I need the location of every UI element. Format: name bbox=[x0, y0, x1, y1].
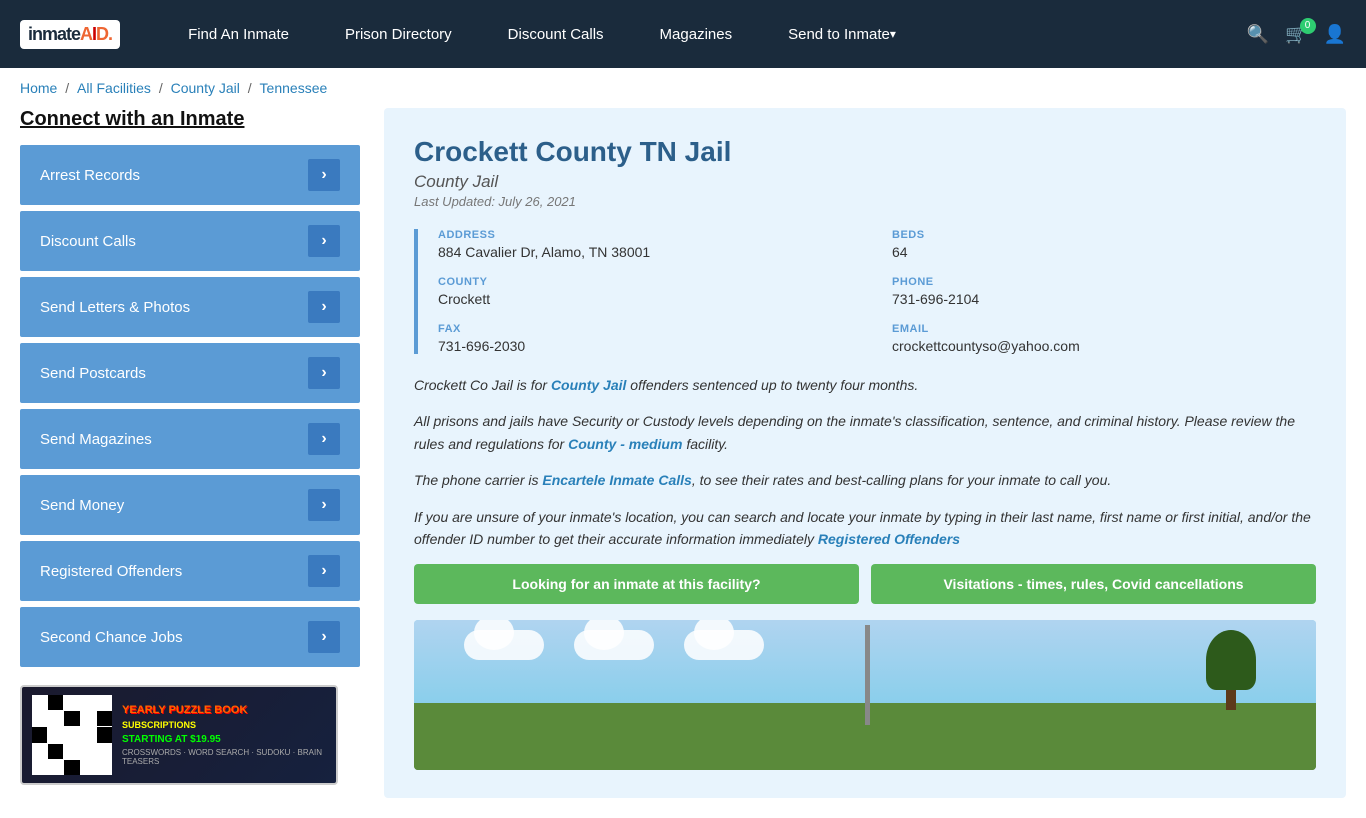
address-value: 884 Cavalier Dr, Alamo, TN 38001 bbox=[438, 244, 862, 260]
nav-send-to-inmate[interactable]: Send to Inmate bbox=[760, 0, 924, 68]
light-pole bbox=[865, 625, 870, 725]
ad-banner[interactable]: YEARLY PUZZLE BOOK SUBSCRIPTIONS STARTIN… bbox=[20, 685, 338, 785]
email-value: crockettcountyso@yahoo.com bbox=[892, 338, 1316, 354]
sidebar-label: Second Chance Jobs bbox=[40, 629, 183, 646]
desc-paragraph-1: Crockett Co Jail is for County Jail offe… bbox=[414, 374, 1316, 396]
sidebar-label: Send Magazines bbox=[40, 431, 152, 448]
county-label: COUNTY bbox=[438, 276, 862, 288]
logo-text: inmateAID. bbox=[20, 20, 120, 49]
account-button[interactable]: 👤 bbox=[1324, 24, 1346, 45]
chevron-right-icon: › bbox=[308, 225, 340, 257]
breadcrumb: Home / All Facilities / County Jail / Te… bbox=[0, 68, 1366, 108]
nav-links: Find An Inmate Prison Directory Discount… bbox=[160, 0, 1247, 68]
ad-title: YEARLY PUZZLE BOOK bbox=[122, 704, 326, 717]
fax-value: 731-696-2030 bbox=[438, 338, 862, 354]
ad-types: CROSSWORDS · WORD SEARCH · SUDOKU · BRAI… bbox=[122, 748, 326, 766]
address-block: ADDRESS 884 Cavalier Dr, Alamo, TN 38001 bbox=[438, 229, 862, 260]
sidebar-item-send-money[interactable]: Send Money › bbox=[20, 475, 360, 535]
search-button[interactable]: 🔍 bbox=[1247, 24, 1269, 45]
phone-label: PHONE bbox=[892, 276, 1316, 288]
sidebar-item-discount-calls[interactable]: Discount Calls › bbox=[20, 211, 360, 271]
desc-paragraph-4: If you are unsure of your inmate's locat… bbox=[414, 506, 1316, 551]
sidebar-label: Send Letters & Photos bbox=[40, 299, 190, 316]
info-section: ADDRESS 884 Cavalier Dr, Alamo, TN 38001… bbox=[414, 229, 1316, 354]
address-label: ADDRESS bbox=[438, 229, 862, 241]
nav-icons: 🔍 🛒 0 👤 bbox=[1247, 24, 1346, 45]
main-content: Crockett County TN Jail County Jail Last… bbox=[384, 108, 1346, 798]
cart-badge: 0 bbox=[1300, 18, 1316, 34]
sidebar-item-registered-offenders[interactable]: Registered Offenders › bbox=[20, 541, 360, 601]
tree-top bbox=[1206, 630, 1256, 690]
logo[interactable]: inmateAID. bbox=[20, 20, 120, 49]
ad-text: YEARLY PUZZLE BOOK SUBSCRIPTIONS STARTIN… bbox=[122, 704, 326, 765]
sidebar-item-second-chance-jobs[interactable]: Second Chance Jobs › bbox=[20, 607, 360, 667]
phone-block: PHONE 731-696-2104 bbox=[892, 276, 1316, 307]
phone-value: 731-696-2104 bbox=[892, 291, 1316, 307]
main-nav: inmateAID. Find An Inmate Prison Directo… bbox=[0, 0, 1366, 68]
chevron-right-icon: › bbox=[308, 357, 340, 389]
sidebar-label: Discount Calls bbox=[40, 233, 136, 250]
county-block: COUNTY Crockett bbox=[438, 276, 862, 307]
beds-value: 64 bbox=[892, 244, 1316, 260]
county-medium-link[interactable]: County - medium bbox=[568, 436, 682, 452]
sidebar-item-send-magazines[interactable]: Send Magazines › bbox=[20, 409, 360, 469]
sidebar-menu: Arrest Records › Discount Calls › Send L… bbox=[20, 145, 360, 667]
page-layout: Connect with an Inmate Arrest Records › … bbox=[0, 108, 1366, 818]
sidebar-item-send-postcards[interactable]: Send Postcards › bbox=[20, 343, 360, 403]
breadcrumb-home[interactable]: Home bbox=[20, 80, 57, 96]
desc-paragraph-2: All prisons and jails have Security or C… bbox=[414, 410, 1316, 455]
info-grid: ADDRESS 884 Cavalier Dr, Alamo, TN 38001… bbox=[438, 229, 1316, 354]
nav-find-inmate[interactable]: Find An Inmate bbox=[160, 0, 317, 68]
sidebar-label: Registered Offenders bbox=[40, 563, 182, 580]
chevron-right-icon: › bbox=[308, 423, 340, 455]
action-buttons: Looking for an inmate at this facility? … bbox=[414, 564, 1316, 604]
registered-offenders-link[interactable]: Registered Offenders bbox=[818, 531, 960, 547]
cloud-2 bbox=[574, 630, 654, 660]
facility-title: Crockett County TN Jail bbox=[414, 136, 1316, 168]
nav-magazines[interactable]: Magazines bbox=[632, 0, 761, 68]
fax-label: FAX bbox=[438, 323, 862, 335]
sidebar-label: Send Postcards bbox=[40, 365, 146, 382]
sidebar: Connect with an Inmate Arrest Records › … bbox=[20, 108, 360, 798]
breadcrumb-tennessee[interactable]: Tennessee bbox=[260, 80, 328, 96]
cloud-1 bbox=[464, 630, 544, 660]
facility-updated: Last Updated: July 26, 2021 bbox=[414, 194, 1316, 209]
chevron-right-icon: › bbox=[308, 159, 340, 191]
breadcrumb-all-facilities[interactable]: All Facilities bbox=[77, 80, 151, 96]
ad-price: STARTING AT $19.95 bbox=[122, 734, 326, 745]
fax-block: FAX 731-696-2030 bbox=[438, 323, 862, 354]
chevron-right-icon: › bbox=[308, 291, 340, 323]
facility-type: County Jail bbox=[414, 172, 1316, 192]
beds-label: BEDS bbox=[892, 229, 1316, 241]
cart-button[interactable]: 🛒 0 bbox=[1285, 24, 1307, 45]
sidebar-title: Connect with an Inmate bbox=[20, 108, 360, 131]
crossword-image bbox=[32, 695, 112, 775]
tree bbox=[1206, 630, 1256, 710]
facility-photo bbox=[414, 620, 1316, 770]
county-value: Crockett bbox=[438, 291, 862, 307]
photo-clouds bbox=[464, 630, 764, 660]
sidebar-label: Arrest Records bbox=[40, 167, 140, 184]
visitation-button[interactable]: Visitations - times, rules, Covid cancel… bbox=[871, 564, 1316, 604]
sidebar-item-arrest-records[interactable]: Arrest Records › bbox=[20, 145, 360, 205]
desc-paragraph-3: The phone carrier is Encartele Inmate Ca… bbox=[414, 469, 1316, 491]
beds-block: BEDS 64 bbox=[892, 229, 1316, 260]
chevron-right-icon: › bbox=[308, 489, 340, 521]
encartele-link[interactable]: Encartele Inmate Calls bbox=[542, 472, 691, 488]
sidebar-item-send-letters[interactable]: Send Letters & Photos › bbox=[20, 277, 360, 337]
chevron-right-icon: › bbox=[308, 621, 340, 653]
cloud-3 bbox=[684, 630, 764, 660]
description-section: Crockett Co Jail is for County Jail offe… bbox=[414, 374, 1316, 550]
breadcrumb-county-jail[interactable]: County Jail bbox=[171, 80, 240, 96]
email-label: EMAIL bbox=[892, 323, 1316, 335]
find-inmate-button[interactable]: Looking for an inmate at this facility? bbox=[414, 564, 859, 604]
nav-discount-calls[interactable]: Discount Calls bbox=[480, 0, 632, 68]
ad-subtitle: SUBSCRIPTIONS bbox=[122, 720, 326, 730]
sidebar-label: Send Money bbox=[40, 497, 124, 514]
nav-prison-directory[interactable]: Prison Directory bbox=[317, 0, 480, 68]
email-block: EMAIL crockettcountyso@yahoo.com bbox=[892, 323, 1316, 354]
chevron-right-icon: › bbox=[308, 555, 340, 587]
county-jail-link[interactable]: County Jail bbox=[551, 377, 626, 393]
